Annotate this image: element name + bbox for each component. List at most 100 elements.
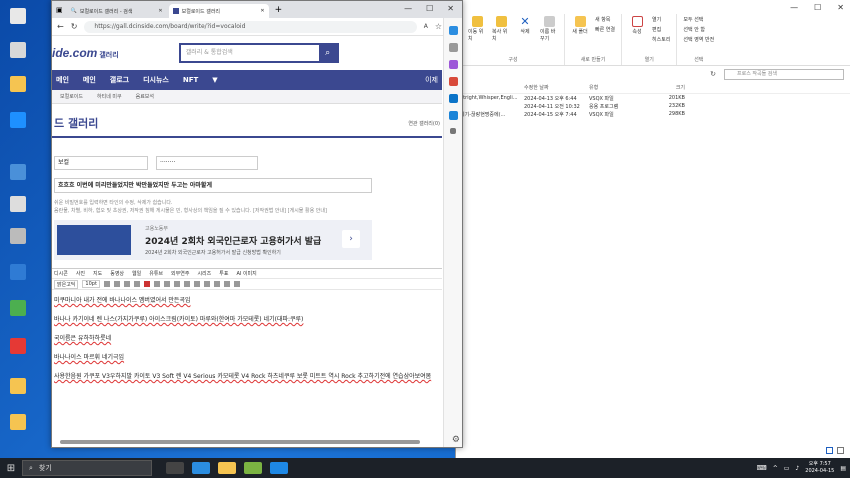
menu-item[interactable]: 갤로그 — [110, 75, 129, 85]
related-gallery-link[interactable]: 연관 갤러리(0) — [408, 120, 440, 127]
table-icon[interactable] — [213, 281, 220, 287]
font-select[interactable]: 맑은고딕 — [54, 279, 79, 289]
minimize-icon[interactable]: — — [404, 4, 412, 13]
desktop-icon[interactable] — [3, 414, 33, 431]
back-icon[interactable]: ← — [57, 22, 64, 31]
file-row[interactable]: 네기-끊랑현명중에(... 2024-04-15 오후 7:44 VSQX 파일… — [458, 110, 850, 118]
desktop-icon[interactable] — [3, 164, 33, 181]
column-size[interactable]: 크기 — [649, 84, 685, 91]
toolbar-photo[interactable]: 사진 — [76, 270, 85, 277]
volume-icon[interactable]: ♪ — [795, 465, 799, 472]
menu-item[interactable]: NFT — [183, 76, 198, 84]
move-to-button[interactable]: 이동 위치 — [468, 16, 486, 42]
italic-icon[interactable] — [113, 281, 120, 287]
toolbar-web[interactable]: 웹일 — [132, 270, 141, 277]
search-button[interactable]: ⌕ — [318, 45, 337, 61]
explorer-taskbar-icon[interactable] — [218, 462, 236, 474]
history-button[interactable]: 히스토리 — [652, 36, 670, 43]
network-icon[interactable]: ▭ — [784, 465, 790, 472]
chevron-right-icon[interactable]: › — [342, 230, 360, 248]
ad-banner[interactable]: 고용노동부 2024년 2회차 외국인근로자 고용허가서 발급 2024년 2회… — [54, 220, 372, 260]
notification-icon[interactable]: ▤ — [840, 465, 846, 472]
desktop-icon[interactable] — [3, 42, 33, 59]
keyboard-icon[interactable]: ⌨ — [757, 464, 767, 472]
align-center-icon[interactable] — [173, 281, 180, 287]
site-logo[interactable]: ide.com 갤러리 — [52, 46, 119, 60]
close-icon[interactable]: ✕ — [447, 4, 454, 13]
gallery-search-input[interactable]: 갤러리 & 통합검색 — [181, 45, 319, 61]
outlook-icon[interactable] — [448, 94, 458, 103]
close-tab-icon[interactable]: ✕ — [158, 8, 162, 14]
breadcrumb-item[interactable]: 음료보석 — [136, 93, 154, 100]
tab-gallery[interactable]: 보컬로이드 갤러리 ✕ — [168, 4, 269, 18]
properties-button[interactable]: 속성 — [628, 16, 646, 35]
toolbar-vote[interactable]: 투표 — [219, 270, 228, 277]
desktop-icon[interactable] — [3, 264, 33, 281]
tab-search[interactable]: 🔍 보컬로이드 갤러리 - 검색 ✕ — [67, 4, 167, 18]
new-folder-button[interactable]: 새 폴더 — [571, 16, 589, 35]
search-icon[interactable] — [448, 43, 458, 52]
align-right-icon[interactable] — [183, 281, 190, 287]
select-none-button[interactable]: 선택 안 함 — [683, 26, 714, 33]
password-field[interactable]: ········ — [156, 156, 258, 170]
word-icon[interactable] — [448, 111, 458, 120]
menu-item[interactable]: 디시뉴스 — [143, 75, 169, 85]
bold-icon[interactable] — [103, 281, 110, 287]
taskbar-search[interactable]: ⌕ 찾기 — [22, 460, 152, 476]
toolbar-youtube[interactable]: 유튜브 — [149, 270, 163, 277]
mail-taskbar-icon[interactable] — [270, 462, 288, 474]
task-view-icon[interactable] — [166, 462, 184, 474]
quick-access-button[interactable]: 빠른 연결 — [595, 26, 615, 33]
undo-icon[interactable] — [223, 281, 230, 287]
menu-right[interactable]: 이제 — [425, 75, 442, 85]
toolbar-map[interactable]: 지도 — [93, 270, 102, 277]
edit-button[interactable]: 편집 — [652, 26, 670, 33]
tiles-view-icon[interactable] — [837, 447, 844, 454]
open-button[interactable]: 열기 — [652, 16, 670, 23]
edge-taskbar-icon[interactable] — [192, 462, 210, 474]
post-editor[interactable]: 미쿠마니아 내가 전에 바나나이스 멤버였어서 만든곡임 바나나 카기이네 렌 … — [52, 290, 442, 397]
file-row[interactable]: 2024-04-11 오전 10:32 응용 프로그램 232KB — [458, 102, 850, 110]
underline-icon[interactable] — [123, 281, 130, 287]
breadcrumb-item[interactable]: 하티네 미쿠 — [97, 93, 122, 100]
bg-color-icon[interactable] — [153, 281, 160, 287]
desktop-icon[interactable] — [3, 112, 33, 129]
details-view-icon[interactable] — [826, 447, 833, 454]
tab-actions-icon[interactable]: ▣ — [56, 6, 63, 14]
menu-dropdown-icon[interactable]: ▼ — [212, 76, 217, 84]
toolbar-video[interactable]: 동영상 — [110, 270, 124, 277]
invert-selection-button[interactable]: 선택 영역 반전 — [683, 36, 714, 43]
desktop-icon[interactable] — [3, 338, 33, 355]
clock[interactable]: 오후 7:57 2024-04-15 — [805, 461, 834, 475]
menu-item[interactable]: 메인 — [83, 75, 96, 85]
column-date[interactable]: 수정한 날짜 — [524, 84, 589, 91]
font-color-icon[interactable] — [143, 281, 150, 287]
tools-icon[interactable] — [448, 77, 458, 86]
maximize-icon[interactable]: ☐ — [426, 4, 433, 13]
add-icon[interactable] — [450, 128, 456, 134]
toolbar-series[interactable]: 시리즈 — [197, 270, 211, 277]
nickname-field[interactable]: 보컬 — [54, 156, 148, 170]
desktop-icon[interactable] — [3, 300, 33, 317]
file-row[interactable]: Stright,Whisper,Engli... 2024-04-13 오후 6… — [458, 94, 850, 102]
new-tab-button[interactable]: + — [275, 5, 283, 15]
column-type[interactable]: 유형 — [589, 84, 649, 91]
minimize-icon[interactable]: — — [790, 3, 798, 12]
align-left-icon[interactable] — [163, 281, 170, 287]
windows-start-icon[interactable]: ⊞ — [0, 463, 22, 474]
url-input[interactable]: https://gall.dcinside.com/board/write/?i… — [84, 20, 417, 33]
tag-icon[interactable] — [448, 60, 458, 69]
size-select[interactable]: 10pt — [82, 280, 100, 288]
explorer-search-input[interactable]: 프로스 작곡들 검색 — [724, 68, 844, 80]
gear-icon[interactable]: ⚙ — [452, 435, 460, 445]
delete-button[interactable]: ✕ 삭제 — [516, 16, 534, 35]
rename-button[interactable]: 이름 바꾸기 — [540, 16, 558, 42]
refresh-icon[interactable]: ↻ — [710, 70, 716, 78]
strike-icon[interactable] — [133, 281, 140, 287]
close-icon[interactable]: ✕ — [837, 3, 844, 12]
desktop-icon[interactable] — [3, 76, 33, 93]
toolbar-ai-image[interactable]: AI 이미지 — [236, 270, 256, 277]
breadcrumb-item[interactable]: 보컬로이드 — [60, 93, 83, 100]
link-icon[interactable] — [203, 281, 210, 287]
app-taskbar-icon[interactable] — [244, 462, 262, 474]
